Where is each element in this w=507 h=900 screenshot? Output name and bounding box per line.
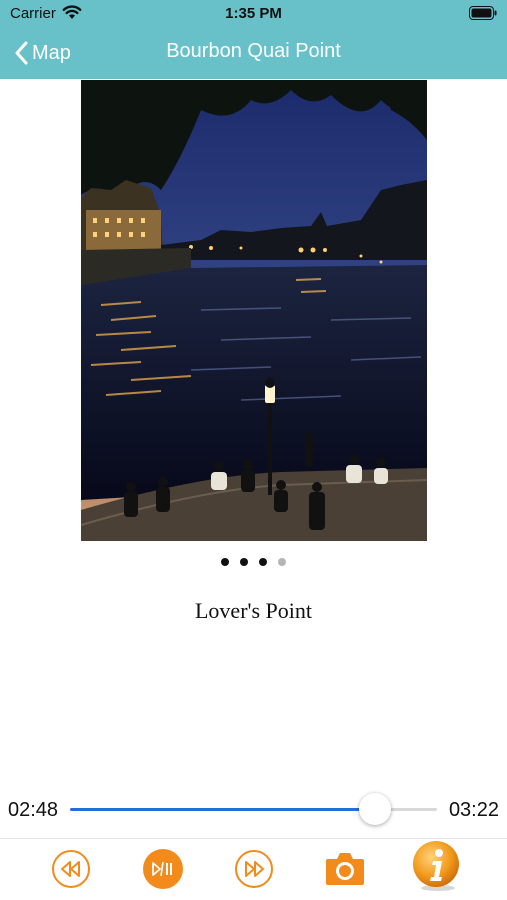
photo-caption: Lover's Point <box>194 598 312 623</box>
pager-dot[interactable] <box>221 558 229 566</box>
camera-icon <box>326 853 364 885</box>
status-bar: Carrier 1:35 PM <box>0 0 507 28</box>
info-icon <box>413 841 459 891</box>
play-pause-icon <box>143 849 183 889</box>
divider <box>0 838 507 839</box>
battery-icon <box>469 6 497 24</box>
playback-toolbar <box>0 840 507 900</box>
rewind-button[interactable] <box>51 849 91 894</box>
fast-forward-button[interactable] <box>234 849 274 894</box>
progress-fill <box>70 808 375 811</box>
camera-button[interactable] <box>325 850 365 891</box>
pager-dot[interactable] <box>240 558 248 566</box>
pager-dot[interactable] <box>278 558 286 566</box>
status-time: 1:35 PM <box>225 5 282 22</box>
total-time: 03:22 <box>448 799 499 821</box>
nav-bar: Map Bourbon Quai Point <box>0 28 507 79</box>
audio-progress-slider[interactable] <box>70 793 437 825</box>
elapsed-time: 02:48 <box>8 799 59 821</box>
play-pause-button[interactable] <box>142 848 184 895</box>
page-title: Bourbon Quai Point <box>166 40 341 62</box>
location-photo[interactable] <box>81 80 427 541</box>
rewind-icon <box>52 850 90 888</box>
photo-image <box>81 80 427 541</box>
pager-dot[interactable] <box>259 558 267 566</box>
fast-forward-icon <box>235 850 273 888</box>
navigation-header: Carrier 1:35 PM Map Bourbon Quai Point <box>0 0 507 79</box>
progress-thumb[interactable] <box>358 793 391 825</box>
info-button[interactable] <box>411 840 463 897</box>
photo-pager[interactable] <box>0 558 507 570</box>
